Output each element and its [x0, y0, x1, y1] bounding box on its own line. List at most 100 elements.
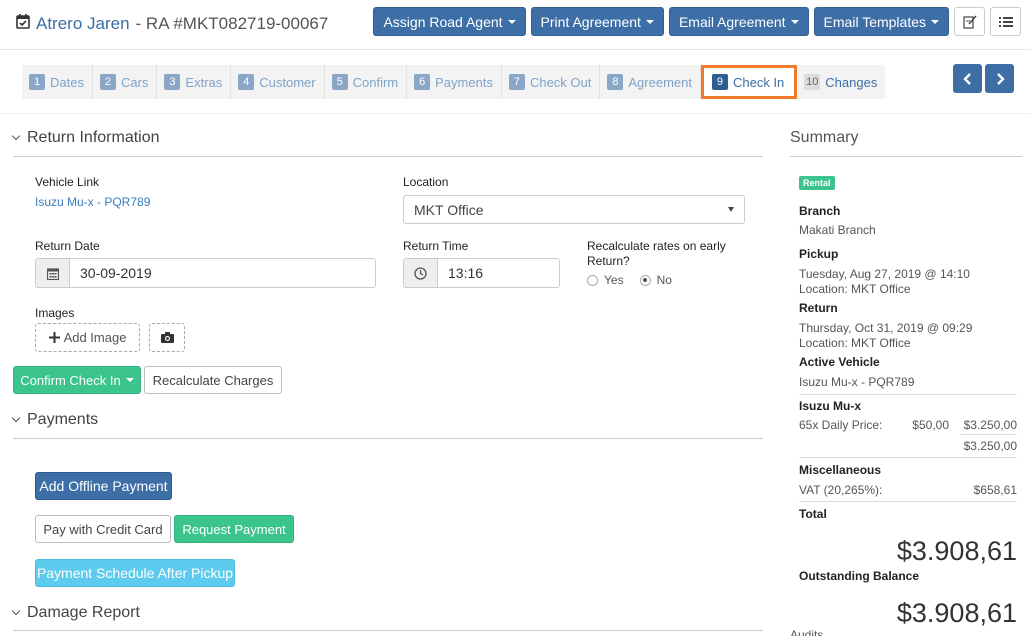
- caret-down-icon: [790, 19, 799, 24]
- plus-icon: [48, 332, 60, 343]
- step-number: 5: [331, 74, 348, 90]
- summary-divider: [790, 156, 1022, 157]
- step-number: 8: [607, 74, 624, 90]
- rental-badge: Rental: [799, 176, 835, 190]
- step-check-out[interactable]: 7 Check Out: [502, 65, 601, 99]
- chevron-down-icon: [11, 131, 21, 141]
- step-number: 3: [164, 74, 181, 90]
- step-number: 9: [711, 74, 728, 90]
- customer-name-link[interactable]: Atrero Jaren: [36, 14, 130, 34]
- pickup-location: Location: MKT Office: [799, 282, 911, 296]
- clock-icon: [404, 259, 438, 287]
- step-changes[interactable]: 10 Changes: [797, 65, 885, 99]
- dropdown-arrow-icon: [728, 207, 734, 212]
- return-time-label: Return Time: [403, 239, 469, 253]
- step-extras[interactable]: 3 Extras: [157, 65, 232, 99]
- chevron-down-icon: [11, 413, 21, 423]
- return-label: Return: [799, 301, 838, 315]
- return-info-toggle[interactable]: Return Information: [11, 129, 160, 147]
- request-payment-button[interactable]: Request Payment: [174, 515, 294, 543]
- payments-toggle[interactable]: Payments: [11, 411, 99, 429]
- assign-road-agent-button[interactable]: Assign Road Agent: [373, 7, 526, 36]
- radio-no[interactable]: [639, 274, 651, 286]
- step-agreement[interactable]: 8 Agreement: [600, 65, 701, 99]
- car-label: Isuzu Mu-x: [799, 399, 861, 413]
- step-label: Payments: [435, 74, 493, 90]
- step-label: Dates: [50, 74, 84, 90]
- wizard-steps: 1 Dates 2 Cars 3 Extras 4 Customer 5 Confirm …: [22, 65, 886, 99]
- step-label: Customer: [259, 74, 316, 90]
- section-divider: [13, 156, 763, 157]
- step-label: Cars: [120, 74, 149, 90]
- return-time-input[interactable]: 13:16: [403, 258, 560, 288]
- daily-total: $3.250,00: [963, 418, 1017, 432]
- email-templates-button[interactable]: Email Templates: [813, 7, 949, 36]
- email-agreement-button[interactable]: Email Agreement: [668, 7, 809, 36]
- radio-no-label: No: [656, 273, 672, 287]
- chevron-left-icon: [962, 72, 971, 85]
- step-customer[interactable]: 4 Customer: [231, 65, 325, 99]
- vat-value: $658,61: [973, 483, 1017, 497]
- radio-yes-label: Yes: [604, 273, 624, 287]
- next-step-button[interactable]: [985, 64, 1014, 93]
- pay-with-credit-card-button[interactable]: Pay with Credit Card: [35, 515, 171, 543]
- step-payments[interactable]: 6 Payments: [407, 65, 502, 99]
- calendar-check-icon: [16, 13, 30, 34]
- summary-separator: [799, 501, 1017, 502]
- caret-down-icon: [645, 19, 654, 24]
- step-check-in[interactable]: 9 Check In: [700, 65, 798, 99]
- car-subtotal: $3.250,00: [963, 439, 1017, 453]
- outstanding-balance-label: Outstanding Balance: [799, 569, 920, 583]
- page-title: Atrero Jaren - RA #MKT082719-00067: [16, 13, 328, 34]
- return-date-input[interactable]: 30-09-2019: [35, 258, 376, 288]
- damage-report-toggle[interactable]: Damage Report: [11, 604, 140, 622]
- vehicle-link[interactable]: Isuzu Mu-x - PQR789: [35, 195, 150, 209]
- summary-separator: [799, 394, 1017, 395]
- recalc-rates-label: Recalculate rates on early Return?: [587, 239, 726, 268]
- step-label: Agreement: [628, 74, 692, 90]
- section-title: Return Information: [27, 129, 160, 146]
- list-view-button[interactable]: [990, 7, 1021, 36]
- edit-notes-button[interactable]: [954, 7, 985, 36]
- page-header: Atrero Jaren - RA #MKT082719-00067 Assig…: [0, 0, 1031, 50]
- active-vehicle-value: Isuzu Mu-x - PQR789: [799, 375, 915, 389]
- outstanding-balance-value: $3.908,61: [896, 598, 1017, 628]
- email-agreement-label: Email Agreement: [678, 13, 786, 30]
- location-select[interactable]: MKT Office: [403, 195, 745, 224]
- location-value: MKT Office: [414, 201, 484, 218]
- step-confirm[interactable]: 5 Confirm: [325, 65, 408, 99]
- payment-schedule-button[interactable]: Payment Schedule After Pickup: [35, 559, 235, 587]
- step-cars[interactable]: 2 Cars: [93, 65, 158, 99]
- pickup-date: Tuesday, Aug 27, 2019 @ 14:10: [799, 267, 970, 281]
- assign-road-agent-label: Assign Road Agent: [383, 13, 503, 30]
- vehicle-link-label: Vehicle Link: [35, 175, 100, 189]
- recalculate-charges-button[interactable]: Recalculate Charges: [144, 366, 282, 394]
- step-label: Confirm: [352, 74, 399, 90]
- caret-down-icon: [125, 378, 134, 382]
- edit-icon: [962, 15, 977, 29]
- prev-step-button[interactable]: [953, 64, 982, 93]
- print-agreement-label: Print Agreement: [540, 13, 641, 30]
- camera-button[interactable]: [149, 323, 185, 352]
- return-location: Location: MKT Office: [799, 336, 911, 350]
- section-title: Payments: [27, 411, 99, 428]
- caret-down-icon: [931, 19, 939, 24]
- summary-title: Summary: [790, 129, 859, 146]
- print-agreement-button[interactable]: Print Agreement: [530, 7, 664, 36]
- step-label: Check In: [732, 74, 785, 90]
- add-image-button[interactable]: Add Image: [35, 323, 140, 352]
- add-offline-payment-button[interactable]: Add Offline Payment: [35, 472, 172, 500]
- step-dates[interactable]: 1 Dates: [22, 65, 93, 99]
- images-label: Images: [35, 306, 75, 320]
- step-number: 1: [29, 74, 45, 90]
- radio-yes[interactable]: [587, 274, 598, 286]
- vat-label: VAT (20,265%):: [799, 483, 883, 497]
- step-number: 4: [238, 74, 255, 90]
- subtotal-separator: [960, 434, 1017, 435]
- confirm-check-in-button[interactable]: Confirm Check In: [13, 366, 141, 394]
- summary-separator: [799, 457, 1017, 458]
- step-number: 7: [508, 74, 525, 90]
- calendar-icon: [36, 259, 70, 287]
- chevron-down-icon: [11, 606, 21, 616]
- location-label: Location: [403, 175, 449, 189]
